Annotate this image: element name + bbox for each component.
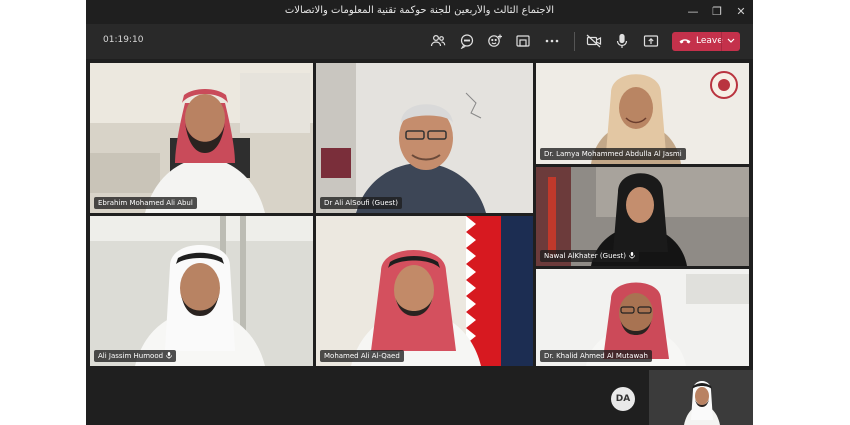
- microphone-icon: [629, 252, 635, 259]
- title-bar: الاجتماع الثالث والأربعين للجنة حوكمة تق…: [86, 0, 753, 24]
- participant-tile[interactable]: Dr. Lamya Mohammed Abdulla Al Jasmi: [536, 63, 749, 164]
- chat-icon[interactable]: [459, 33, 475, 49]
- leave-label: Leave: [696, 36, 723, 46]
- video-gallery: Ebrahim Mohamed Ali Abul Dr Ali AlSoufi …: [86, 59, 753, 370]
- participant-tile[interactable]: Ebrahim Mohamed Ali Abul: [90, 63, 313, 213]
- meeting-toolbar: 01:19:10 Leave: [86, 24, 753, 59]
- participant-tile[interactable]: Nawal AlKhater (Guest): [536, 167, 749, 266]
- close-button[interactable]: ✕: [730, 3, 752, 21]
- participant-name-label: Dr. Lamya Mohammed Abdulla Al Jasmi: [540, 148, 686, 160]
- toolbar-separator: [574, 32, 575, 51]
- participant-name-label: Ebrahim Mohamed Ali Abul: [94, 197, 197, 209]
- microphone-icon: [166, 352, 172, 359]
- participant-tile[interactable]: Dr. Khalid Ahmed Al Mutawah: [536, 269, 749, 366]
- share-icon[interactable]: [643, 33, 659, 49]
- leave-options-button[interactable]: [721, 32, 740, 51]
- avatar[interactable]: DA: [611, 387, 635, 411]
- phone-hangup-icon: [679, 39, 691, 44]
- leave-button[interactable]: Leave: [672, 32, 740, 51]
- self-view-video[interactable]: [649, 370, 753, 425]
- meeting-title: الاجتماع الثالث والأربعين للجنة حوكمة تق…: [284, 5, 555, 16]
- participant-tile[interactable]: Mohamed Ali Al-Qaed: [316, 216, 533, 366]
- participant-name-label: Nawal AlKhater (Guest): [540, 250, 639, 262]
- people-icon[interactable]: [430, 33, 446, 49]
- reactions-icon[interactable]: [487, 33, 503, 49]
- participant-name-label: Dr Ali AlSoufi (Guest): [320, 197, 402, 209]
- more-icon[interactable]: [544, 33, 560, 49]
- minimize-button[interactable]: —: [682, 3, 704, 21]
- participant-video: [90, 216, 313, 366]
- teams-meeting-window: الاجتماع الثالث والأربعين للجنة حوكمة تق…: [86, 0, 753, 425]
- participant-video: [316, 216, 533, 366]
- participant-tile[interactable]: Dr Ali AlSoufi (Guest): [316, 63, 533, 213]
- meeting-timer: 01:19:10: [103, 35, 144, 45]
- chevron-down-icon: [727, 38, 735, 43]
- participant-video: [90, 63, 313, 213]
- participant-name-label: Mohamed Ali Al-Qaed: [320, 350, 404, 362]
- participant-tile[interactable]: Ali Jassim Humood: [90, 216, 313, 366]
- participant-name-label: Ali Jassim Humood: [94, 350, 177, 362]
- rooms-icon[interactable]: [515, 33, 531, 49]
- restore-button[interactable]: ❐: [706, 3, 728, 21]
- self-view-image: [649, 370, 753, 425]
- camera-off-icon[interactable]: [586, 33, 602, 49]
- bottom-strip: DA: [86, 370, 753, 425]
- microphone-icon[interactable]: [614, 33, 630, 49]
- participant-video: [316, 63, 533, 213]
- participant-name-label: Dr. Khalid Ahmed Al Mutawah: [540, 350, 652, 362]
